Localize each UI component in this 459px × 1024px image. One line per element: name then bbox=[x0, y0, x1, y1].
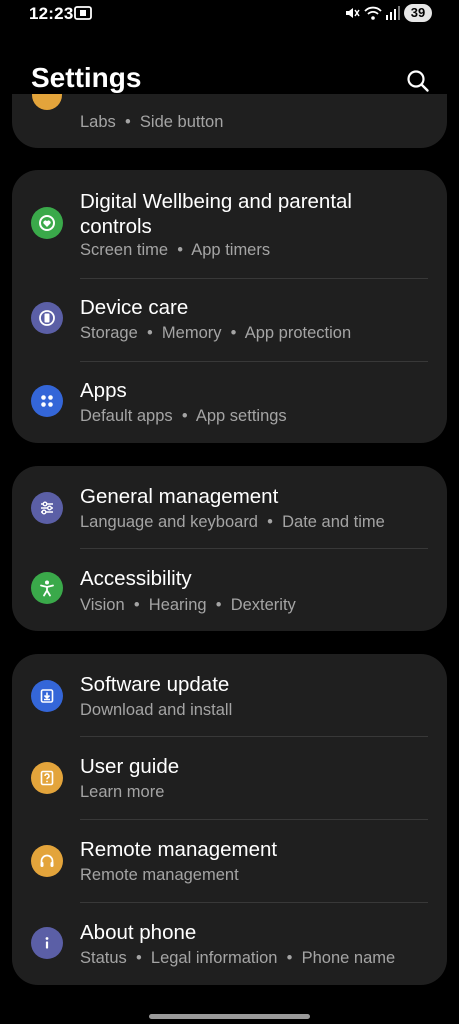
item-subtitle: Storage • Memory • App protection bbox=[80, 324, 352, 342]
settings-item-software-update[interactable]: Software update Download and install bbox=[12, 654, 447, 736]
item-title: Accessibility bbox=[80, 567, 192, 590]
headset-icon bbox=[31, 845, 63, 877]
software-update-icon bbox=[31, 680, 63, 712]
screen-record-icon bbox=[74, 5, 92, 26]
battery-icon: 39 bbox=[404, 4, 432, 22]
item-title: Device care bbox=[80, 296, 189, 319]
item-title: Digital Wellbeing and parental controls bbox=[80, 190, 352, 238]
item-subtitle: Remote management bbox=[80, 866, 239, 884]
search-icon[interactable] bbox=[405, 68, 431, 94]
apps-icon bbox=[31, 385, 63, 417]
item-subtitle: Labs • Side button bbox=[80, 113, 224, 131]
settings-item-remote-management[interactable]: Remote management Remote management bbox=[12, 820, 447, 902]
item-subtitle: Status • Legal information • Phone name bbox=[80, 949, 396, 967]
item-subtitle: Learn more bbox=[80, 783, 165, 801]
wellbeing-icon bbox=[31, 207, 63, 239]
settings-item-general-management[interactable]: General management Language and keyboard… bbox=[12, 466, 447, 548]
item-subtitle: Screen time • App timers bbox=[80, 241, 271, 259]
item-title: User guide bbox=[80, 755, 180, 778]
accessibility-icon bbox=[31, 572, 63, 604]
settings-group-1: Digital Wellbeing and parental controls … bbox=[12, 170, 447, 443]
page-title: Settings bbox=[31, 62, 142, 93]
wifi-icon bbox=[364, 5, 382, 26]
status-time: 12:23 bbox=[29, 4, 74, 23]
info-icon bbox=[31, 927, 63, 959]
status-bar: 12:23 39 bbox=[0, 0, 459, 30]
settings-item-advanced-features[interactable]: Labs • Side button bbox=[12, 94, 447, 148]
settings-item-device-care[interactable]: Device care Storage • Memory • App prote… bbox=[12, 279, 447, 361]
sliders-icon bbox=[31, 492, 63, 524]
settings-item-accessibility[interactable]: Accessibility Vision • Hearing • Dexteri… bbox=[12, 549, 447, 631]
item-subtitle: Vision • Hearing • Dexterity bbox=[80, 596, 296, 614]
item-title: Apps bbox=[80, 379, 127, 402]
item-title: Remote management bbox=[80, 838, 278, 861]
item-subtitle: Language and keyboard • Date and time bbox=[80, 513, 385, 531]
advanced-features-icon bbox=[32, 94, 62, 110]
settings-item-user-guide[interactable]: User guide Learn more bbox=[12, 737, 447, 819]
user-guide-icon bbox=[31, 762, 63, 794]
item-subtitle: Default apps • App settings bbox=[80, 407, 287, 425]
settings-item-apps[interactable]: Apps Default apps • App settings bbox=[12, 362, 447, 443]
item-title: General management bbox=[80, 485, 279, 508]
mute-icon bbox=[344, 5, 360, 26]
settings-item-about-phone[interactable]: About phone Status • Legal information •… bbox=[12, 903, 447, 985]
item-title: Software update bbox=[80, 673, 230, 696]
settings-item-digital-wellbeing[interactable]: Digital Wellbeing and parental controls … bbox=[12, 170, 447, 278]
settings-group-3: Software update Download and install Use… bbox=[12, 654, 447, 985]
home-indicator[interactable] bbox=[149, 1014, 310, 1019]
item-subtitle: Download and install bbox=[80, 701, 233, 719]
device-care-icon bbox=[31, 302, 63, 334]
signal-icon bbox=[384, 5, 400, 26]
item-title: About phone bbox=[80, 921, 197, 944]
settings-group-2: General management Language and keyboard… bbox=[12, 466, 447, 631]
